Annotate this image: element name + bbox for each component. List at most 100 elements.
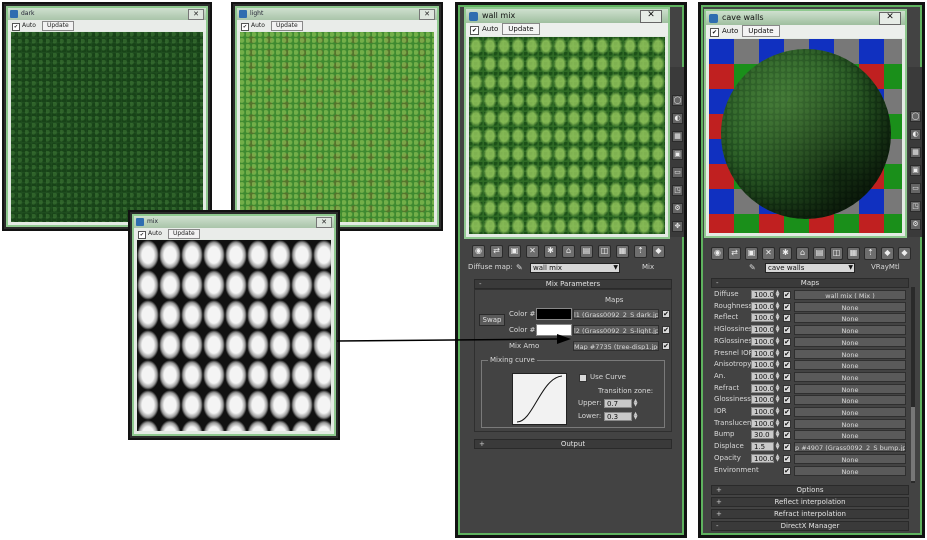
close-button[interactable]: ✕ (419, 9, 435, 20)
rollout-header[interactable]: + Refract interpolation (711, 509, 909, 519)
auto-checkbox[interactable]: ✔ (241, 23, 249, 31)
map-row-amount[interactable]: 100.0 (751, 371, 774, 381)
map-row-checkbox[interactable]: ✔ (783, 396, 791, 405)
map-row-amount[interactable]: 100.0 (751, 383, 774, 393)
maps-rollout-header[interactable]: - Maps (711, 278, 909, 288)
amount-spinner-icon[interactable]: ▲ ▼ (775, 453, 780, 463)
go-forward-icon[interactable]: ◆ (881, 247, 894, 260)
uv-tiling-icon[interactable]: ▣ (910, 165, 921, 176)
select-by-material-icon[interactable]: ✥ (672, 221, 683, 232)
map-row-slot-button[interactable]: None (794, 371, 906, 382)
map-row-checkbox[interactable]: ✔ (783, 302, 791, 311)
make-preview-icon[interactable]: ◳ (672, 185, 683, 196)
preview-titlebar[interactable]: wall mix (466, 9, 668, 23)
preview-window-light[interactable]: light ✕ ✔ Auto Update (231, 2, 443, 231)
cave-walls-preview-window[interactable]: cave walls ✕ ✔ Auto Update (704, 9, 907, 238)
map-row-amount[interactable]: 100.0 (751, 336, 774, 346)
material-id-icon[interactable]: ▤ (580, 245, 593, 258)
amount-spinner-icon[interactable]: ▲ ▼ (775, 348, 780, 358)
preview-window-mix[interactable]: mix ✕ ✔ Auto Update (128, 210, 340, 440)
map-row-slot-button[interactable]: None (794, 383, 906, 394)
map-row-checkbox[interactable]: ✔ (783, 431, 791, 440)
preview-titlebar[interactable]: cave walls (706, 11, 905, 25)
map-row-amount[interactable]: 100.0 (751, 290, 774, 299)
map-row-checkbox[interactable]: ✔ (783, 361, 791, 370)
map-row-amount[interactable]: 100.0 (751, 407, 774, 416)
map-row-amount[interactable]: 100.0 (751, 395, 774, 405)
amount-spinner-icon[interactable]: ▲ ▼ (775, 442, 780, 451)
rollout-header[interactable]: + Reflect interpolation (711, 497, 909, 507)
map-row-slot-button[interactable]: None (794, 418, 906, 429)
color1-swatch[interactable] (536, 308, 572, 320)
go-to-parent-icon[interactable]: ⇡ (634, 245, 647, 258)
upper-input[interactable]: 0.7 (604, 399, 632, 408)
map-row-slot-button[interactable]: None (794, 301, 906, 312)
map-row-checkbox[interactable]: ✔ (783, 337, 791, 346)
background-icon[interactable]: ▦ (672, 131, 683, 142)
make-unique-icon[interactable]: ✱ (544, 245, 557, 258)
amount-spinner-icon[interactable]: ▲ ▼ (775, 290, 780, 299)
amount-spinner-icon[interactable]: ▲ ▼ (775, 313, 780, 322)
map-row-slot-button[interactable]: None (794, 325, 906, 336)
video-check-icon[interactable]: ▭ (910, 183, 921, 194)
color2-map-button[interactable]: l2 (Grass0092_2_S-light.jpg) (573, 325, 659, 335)
amount-spinner-icon[interactable]: ▲ ▼ (775, 407, 780, 416)
update-button[interactable]: Update (167, 229, 200, 239)
wall-mix-preview-window[interactable]: wall mix ✕ ✔ Auto Update (464, 7, 670, 239)
preview-titlebar[interactable]: dark (8, 8, 206, 20)
put-to-scene-icon[interactable]: ⇄ (728, 247, 741, 260)
sample-type-icon[interactable]: ◯ (910, 111, 921, 122)
swap-button[interactable]: Swap (479, 314, 505, 326)
close-button[interactable]: ✕ (316, 217, 332, 228)
assign-material-icon[interactable]: ▣ (508, 245, 521, 258)
map-row-slot-button[interactable]: None (794, 348, 906, 359)
map-row-slot-button[interactable]: wall mix ( Mix ) (794, 290, 906, 300)
map-row-checkbox[interactable]: ✔ (783, 443, 791, 452)
make-preview-icon[interactable]: ◳ (910, 201, 921, 212)
options-icon[interactable]: ⚙ (672, 203, 683, 214)
map-row-checkbox[interactable]: ✔ (783, 384, 791, 393)
amount-spinner-icon[interactable]: ▲ ▼ (775, 383, 780, 393)
map-row-slot-button[interactable]: None (794, 430, 906, 441)
amount-spinner-icon[interactable]: ▲ ▼ (775, 395, 780, 404)
close-button[interactable]: ✕ (640, 10, 662, 23)
update-button[interactable]: Update (502, 23, 540, 35)
show-map-icon[interactable]: ◫ (830, 247, 843, 260)
map-row-slot-button[interactable]: p #4907 (Grass0092_2_S bump.jpg) (794, 442, 906, 453)
show-map-icon[interactable]: ◫ (598, 245, 611, 258)
map-row-slot-button[interactable]: None (794, 465, 906, 476)
preview-titlebar[interactable]: mix (134, 216, 334, 228)
scrollbar-thumb[interactable] (911, 407, 915, 481)
color1-map-button[interactable]: l1 (Grass0092_2_S dark.jpg) (573, 309, 659, 319)
auto-checkbox[interactable]: ✔ (470, 26, 479, 35)
close-button[interactable]: ✕ (879, 12, 901, 25)
amount-spinner-icon[interactable]: ▲ ▼ (775, 336, 780, 346)
map-row-checkbox[interactable]: ✔ (783, 314, 791, 323)
put-to-library-icon[interactable]: ⌂ (562, 245, 575, 258)
reset-map-icon[interactable]: ✕ (762, 247, 775, 260)
map-row-slot-button[interactable]: None (794, 313, 906, 324)
eyedropper-icon[interactable]: ✎ (749, 263, 757, 272)
update-button[interactable]: Update (41, 21, 74, 31)
assign-material-icon[interactable]: ▣ (745, 247, 758, 260)
material-type-label[interactable]: VRayMtl (871, 262, 900, 273)
rollout-header[interactable]: - DirectX Manager (711, 521, 909, 531)
map-row-checkbox[interactable]: ✔ (783, 419, 791, 428)
map-row-checkbox[interactable]: ✔ (783, 454, 791, 463)
amount-spinner-icon[interactable]: ▲ ▼ (775, 325, 780, 334)
map-row-checkbox[interactable]: ✔ (783, 349, 791, 358)
panel-scrollbar[interactable] (911, 287, 915, 483)
preview-titlebar[interactable]: light (237, 8, 437, 20)
amount-spinner-icon[interactable]: ▲ ▼ (775, 360, 780, 369)
sample-type-icon[interactable]: ◯ (672, 95, 683, 106)
amount-spinner-icon[interactable]: ▲ ▼ (775, 371, 780, 381)
lower-input[interactable]: 0.3 (604, 412, 632, 421)
map-row-checkbox[interactable]: ✔ (783, 372, 791, 381)
go-to-parent-icon[interactable]: ⇡ (864, 247, 877, 260)
uv-tiling-icon[interactable]: ▣ (672, 149, 683, 160)
map-row-slot-button[interactable]: None (794, 407, 906, 417)
show-end-result-icon[interactable]: ▦ (847, 247, 860, 260)
update-button[interactable]: Update (742, 25, 780, 37)
make-unique-icon[interactable]: ✱ (779, 247, 792, 260)
upper-spinner-icon[interactable]: ▲ ▼ (633, 399, 638, 408)
